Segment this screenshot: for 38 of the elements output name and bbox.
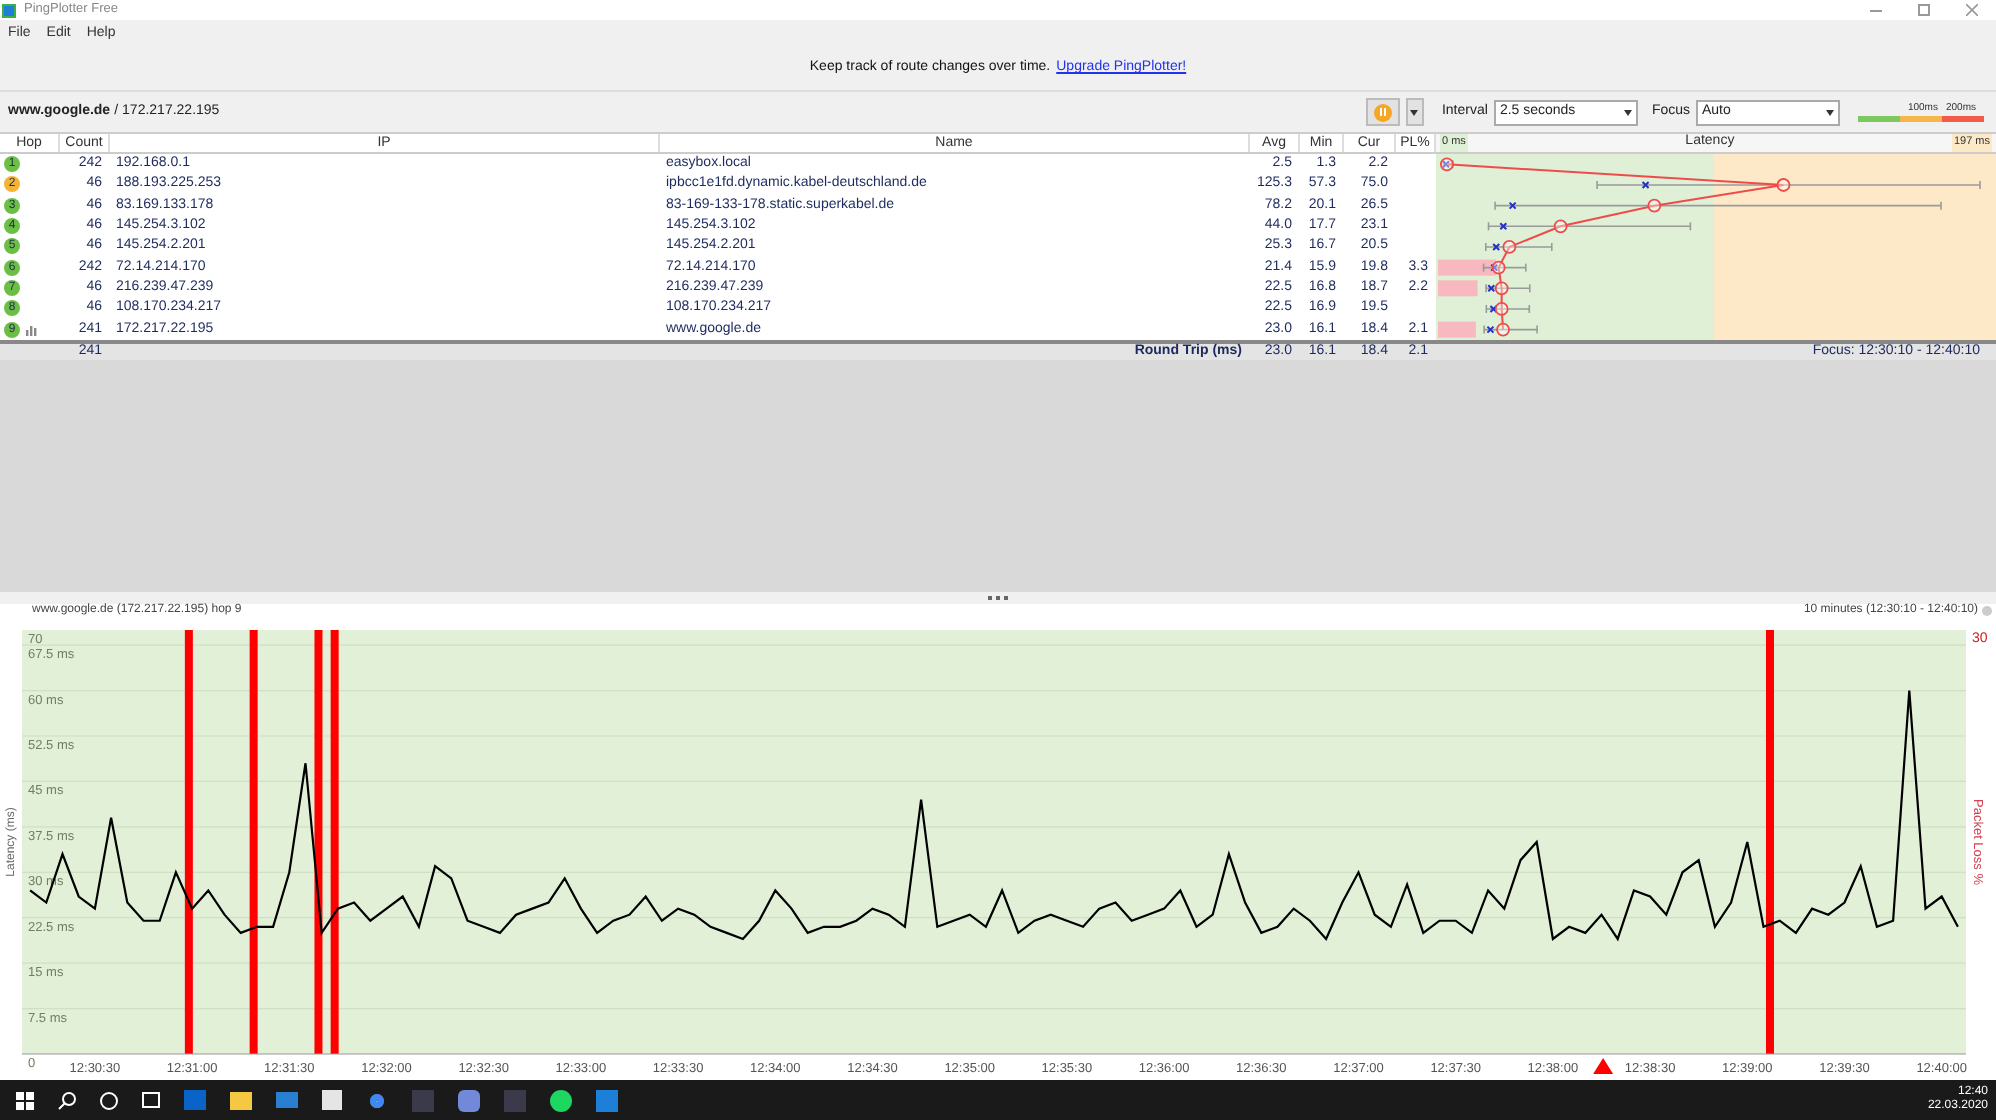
browser-icon[interactable] — [366, 1089, 388, 1111]
average-latency-marker — [1494, 302, 1509, 316]
close-icon[interactable] — [1966, 4, 1978, 16]
current-latency-cross — [1487, 284, 1496, 293]
current-latency-cross — [1499, 222, 1508, 231]
splitter-handle-icon[interactable] — [988, 596, 1008, 600]
pause-menu-button[interactable] — [1405, 98, 1424, 126]
caret-icon — [1826, 109, 1834, 115]
average-latency-marker — [1553, 219, 1568, 234]
current-latency-cross — [1490, 263, 1499, 272]
latency-range-whisker — [1485, 283, 1531, 294]
average-latency-marker — [1496, 322, 1510, 337]
average-latency-marker — [1491, 260, 1506, 275]
caret-icon — [1410, 109, 1419, 115]
latency-legend-bar — [1858, 116, 1984, 123]
current-latency-cross — [1508, 201, 1517, 210]
caret-icon — [1623, 109, 1632, 115]
maximize-icon[interactable] — [1918, 4, 1930, 16]
latency-range-whisker — [1483, 324, 1538, 335]
app-logo-icon — [2, 3, 16, 17]
latency-range-whisker — [1485, 304, 1531, 314]
minimize-icon[interactable] — [1870, 9, 1882, 11]
task-view-icon[interactable] — [142, 1092, 160, 1108]
search-icon[interactable] — [58, 1091, 76, 1109]
windows-logo-icon[interactable] — [16, 1091, 34, 1109]
current-latency-cross — [1492, 242, 1501, 251]
latency-range-whisker — [1485, 242, 1553, 252]
latency-range-whisker — [1482, 262, 1527, 273]
pause-icon — [1373, 103, 1392, 121]
average-latency-marker — [1494, 281, 1509, 296]
time-marker-icon[interactable] — [1593, 1058, 1614, 1074]
current-latency-cross — [1486, 325, 1495, 334]
average-latency-marker — [1776, 178, 1791, 192]
current-latency-cross — [1489, 304, 1498, 313]
average-latency-marker — [1647, 198, 1662, 213]
app-icon[interactable] — [596, 1089, 618, 1111]
current-latency-cross — [1641, 181, 1650, 189]
average-latency-marker — [1502, 240, 1517, 254]
